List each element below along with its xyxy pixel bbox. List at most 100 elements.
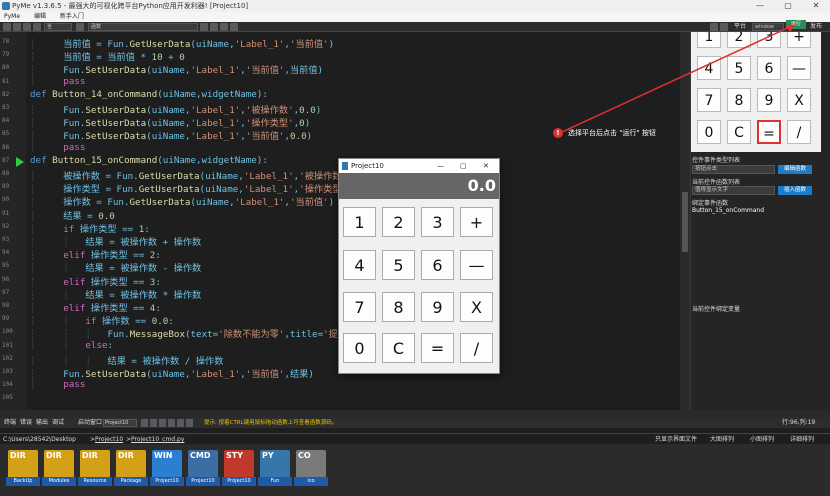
step-icon[interactable] [150,419,157,427]
menu-pyme[interactable]: PyMe [4,13,20,20]
code-line[interactable]: ┆ ┆ ┆ 结果 = 被操作数 / 操作数 [30,353,223,367]
new-file-icon[interactable] [3,23,11,31]
scrollbar-thumb[interactable] [682,192,688,252]
undo-icon[interactable] [33,23,41,31]
file-item[interactable]: CO ico [294,450,328,490]
tab-errors[interactable]: 错误 [20,418,32,428]
code-line[interactable]: ┆ elif 操作类型 == 2: [30,247,161,261]
file-item[interactable]: CMD Project10 [186,450,220,490]
code-line[interactable]: ┆ pass [30,76,85,87]
calc-key[interactable]: 2 [382,207,415,237]
code-line[interactable]: ┆ 当前值 = 当前值 * 10 + 0 [30,49,185,63]
publish-button[interactable]: 发布 [810,22,822,32]
clear-icon[interactable] [177,419,184,427]
calc-key[interactable]: C [382,333,415,363]
file-item[interactable]: DIR Modules [42,450,76,490]
code-line[interactable]: ┆ pass [30,379,85,390]
file-type-icon: CO [296,450,326,478]
export-icon[interactable] [186,419,193,427]
function-select[interactable]: 函数 [88,23,198,31]
play-icon[interactable] [141,419,148,427]
tab-debug[interactable]: 调试 [52,418,64,428]
minimize-button[interactable]: — [746,0,774,12]
startup-window-select[interactable]: Project10 [103,419,137,427]
calc-key[interactable]: / [460,333,493,363]
code-line[interactable]: ┆ 当前值 = Fun.GetUserData(uiName,'Label_1'… [30,36,334,50]
bookmark-icon[interactable] [210,23,218,31]
close-button[interactable]: ✕ [802,0,830,12]
bound-event-item[interactable]: Button_15_onCommand [692,207,764,214]
calc-key[interactable]: 0 [343,333,376,363]
menu-edit[interactable]: 编辑 [34,13,46,20]
file-item[interactable]: DIR Resource [78,450,112,490]
tab-terminal[interactable]: 终端 [4,418,16,428]
line-number: 102 [2,354,13,362]
save-icon[interactable] [23,23,31,31]
insert-function-button[interactable]: 插入函数 [778,186,812,195]
line-number: 93 [2,236,10,243]
code-line[interactable]: ┆ Fun.SetUserData(uiName,'Label_1','当前值'… [30,366,314,380]
file-type-tag: PY [262,451,274,460]
file-item[interactable]: PY Fun [258,450,292,490]
open-file-icon[interactable] [13,23,21,31]
calc-key[interactable]: 7 [343,292,376,322]
file-item[interactable]: STY Project10 [222,450,256,490]
calc-key[interactable]: + [460,207,493,237]
code-line[interactable]: ┆ Fun.SetUserData(uiName,'Label_1','当前值'… [30,128,312,142]
calculator-window[interactable]: Project10 — ▢ ✕ 0.0 1 2 3 +4 5 6—7 8 9 X 0 C = / [338,158,500,374]
code-line[interactable]: ┆ 结果 = 0.0 [30,208,115,222]
code-line[interactable]: ┆ Fun.SetUserData(uiName,'Label_1','被操作数… [30,102,321,116]
code-line[interactable]: ┆ 被操作数 = Fun.GetUserData(uiName,'Label_1… [30,168,353,182]
calc-title: Project10 [351,162,384,170]
stop-icon[interactable] [159,419,166,427]
code-line[interactable]: ┆ ┆ else: [30,340,113,351]
search-icon[interactable] [76,23,84,31]
tab-output[interactable]: 输出 [36,418,48,428]
code-line[interactable]: ┆ Fun.SetUserData(uiName,'Label_1','操作类型… [30,115,310,129]
event-type-select[interactable]: 按钮点击 [692,165,775,174]
toggle-icon[interactable] [200,23,208,31]
code-line[interactable]: ┆ pass [30,142,85,153]
file-item[interactable]: DIR BackUp [6,450,40,490]
line-number: 78 [2,38,10,45]
calc-key[interactable]: 4 [343,250,376,280]
calc-key[interactable]: 5 [382,250,415,280]
code-line[interactable]: ┆ ┆ 结果 = 被操作数 * 操作数 [30,287,201,301]
file-label: Fun [258,477,292,486]
calc-key[interactable]: 8 [382,292,415,322]
calc-key[interactable]: 1 [343,207,376,237]
calc-key[interactable]: = [421,333,454,363]
code-line[interactable]: def Button_15_onCommand(uiName,widgetNam… [30,155,268,166]
code-line[interactable]: ┆ ┆ if 操作数 == 0.0: [30,313,174,327]
file-item[interactable]: DIR Package [114,450,148,490]
calc-maximize-button[interactable]: ▢ [460,159,467,173]
code-line[interactable]: ┆ ┆ ┆ Fun.MessageBox(text='除数不能为零',title… [30,326,353,340]
calc-key[interactable]: 3 [421,207,454,237]
function-list-select[interactable]: 值得显示文字 [692,186,775,195]
format-icon[interactable] [230,23,238,31]
calc-key[interactable]: — [460,250,493,280]
edit-function-button[interactable]: 编辑函数 [778,165,812,174]
menu-getting-started[interactable]: 新手入门 [60,13,84,20]
code-line[interactable]: def Button_14_onCommand(uiName,widgetNam… [30,89,268,100]
file-type-tag: STY [226,451,244,460]
code-line[interactable]: ┆ 操作类型 = Fun.GetUserData(uiName,'Label_1… [30,181,353,195]
calc-close-button[interactable]: ✕ [483,159,489,173]
comment-icon[interactable] [220,23,228,31]
calc-key[interactable]: X [460,292,493,322]
code-line[interactable]: ┆ 操作数 = Fun.GetUserData(uiName,'Label_1'… [30,194,334,208]
code-line[interactable]: ┆ if 操作类型 == 1: [30,221,150,235]
code-line[interactable]: ┆ Fun.SetUserData(uiName,'Label_1','当前值'… [30,62,323,76]
file-select[interactable]: 全 [44,23,72,31]
calc-key[interactable]: 6 [421,250,454,280]
calc-minimize-button[interactable]: — [437,159,444,173]
code-line[interactable]: ┆ ┆ 结果 = 被操作数 - 操作数 [30,260,201,274]
calc-key[interactable]: 9 [421,292,454,322]
file-item[interactable]: WIN Project10 [150,450,184,490]
editor-hscrollbar[interactable] [0,410,830,418]
code-line[interactable]: ┆ elif 操作类型 == 4: [30,300,161,314]
code-line[interactable]: ┆ ┆ 结果 = 被操作数 + 操作数 [30,234,201,248]
code-line[interactable]: ┆ elif 操作类型 == 3: [30,274,161,288]
maximize-button[interactable]: ▢ [774,0,802,12]
pause-icon[interactable] [168,419,175,427]
